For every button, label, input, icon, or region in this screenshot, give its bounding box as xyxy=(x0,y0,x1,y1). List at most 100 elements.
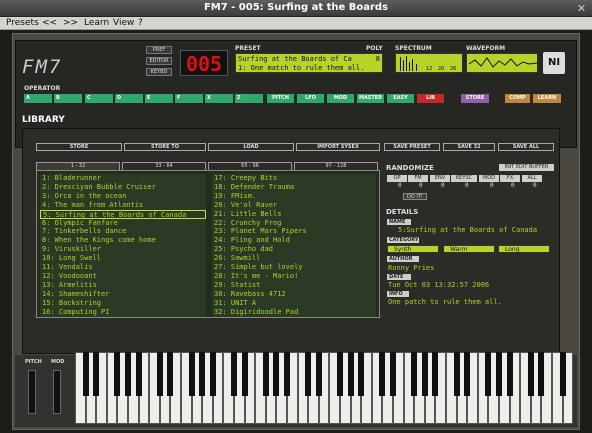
list-item[interactable]: 29: Statist xyxy=(212,280,376,290)
lib-save-all-button[interactable]: SAVE ALL xyxy=(498,143,554,151)
pitch-button[interactable]: PITCH xyxy=(267,94,294,103)
rand-keysc-value[interactable]: 0 xyxy=(465,182,469,189)
rand-fx-value[interactable]: 0 xyxy=(511,182,515,189)
lib-import-sysex-button[interactable]: IMPORT SYSEX xyxy=(296,143,380,151)
list-item[interactable]: 10: Long Swell xyxy=(40,254,206,264)
list-item[interactable]: 27: Simple but lovely xyxy=(212,263,376,272)
list-item[interactable]: 4: The man from Atlantis xyxy=(40,200,206,210)
category-select-1[interactable]: Synth xyxy=(387,245,439,253)
list-item[interactable]: 6: Olympic Fanfare xyxy=(40,218,206,228)
op-a-button[interactable]: A xyxy=(24,94,52,103)
black-key[interactable] xyxy=(231,352,237,396)
black-key[interactable] xyxy=(538,352,545,396)
black-key[interactable] xyxy=(262,352,269,396)
lfo-button[interactable]: LFO xyxy=(297,94,324,103)
list-item[interactable]: 20: Ve'ol Raver xyxy=(212,200,376,210)
black-key[interactable] xyxy=(188,352,195,396)
lib-save32-button[interactable]: SAVE 32 xyxy=(443,143,495,151)
name-value[interactable]: 5:Surfing at the Boards of Canada xyxy=(398,226,537,235)
black-key[interactable] xyxy=(241,352,248,396)
black-key[interactable] xyxy=(453,352,460,396)
black-key[interactable] xyxy=(358,352,365,396)
menu-next[interactable]: >> xyxy=(63,17,78,30)
black-key[interactable] xyxy=(496,352,502,396)
init-edit-buffer-button[interactable]: INIT EDIT BUFFER xyxy=(499,164,554,171)
list-item[interactable]: 14: Shameshifter xyxy=(40,289,206,299)
op-x-button[interactable]: X xyxy=(205,94,233,103)
black-key[interactable] xyxy=(82,352,89,396)
black-key[interactable] xyxy=(347,352,354,396)
comp-button[interactable]: COMP xyxy=(505,94,530,103)
category-select-2[interactable]: Warm xyxy=(443,245,495,253)
lib-load-button[interactable]: LOAD xyxy=(208,143,294,151)
easy-button[interactable]: EASY xyxy=(387,94,414,103)
poly-value[interactable]: 8 xyxy=(376,55,380,64)
black-key[interactable] xyxy=(199,352,206,396)
list-item[interactable]: 3: Orca in the ocean xyxy=(40,191,206,201)
lib-button[interactable]: LIB xyxy=(417,94,444,103)
master-button[interactable]: MASTER xyxy=(357,94,384,103)
list-item[interactable]: 12: Voodooant xyxy=(40,271,206,281)
lib-store-button[interactable]: STORE xyxy=(36,143,122,151)
menu-learn[interactable]: Learn xyxy=(84,17,109,30)
list-item[interactable]: 22: Crunchy Frog xyxy=(212,218,376,228)
black-key[interactable] xyxy=(411,352,418,396)
black-key[interactable] xyxy=(485,352,492,396)
learn-button[interactable]: LEARN xyxy=(533,94,561,103)
keybd-button[interactable]: KEYBD xyxy=(146,68,172,76)
lib-save-preset-button[interactable]: SAVE PRESET xyxy=(384,143,440,151)
op-b-button[interactable]: B xyxy=(54,94,82,103)
list-item[interactable]: 13: Armelitis xyxy=(40,280,206,290)
black-key[interactable] xyxy=(93,352,100,396)
close-icon[interactable]: ✕ xyxy=(575,2,588,15)
black-key[interactable] xyxy=(506,352,513,396)
menu-presets[interactable]: Presets xyxy=(6,17,39,30)
black-key[interactable] xyxy=(464,352,471,396)
list-item[interactable]: 7: Tinkerbells dance xyxy=(40,227,206,237)
list-item[interactable]: 19: FMism. xyxy=(212,191,376,201)
black-key[interactable] xyxy=(284,352,290,396)
list-item[interactable]: 18: Defender Trauma xyxy=(212,182,376,192)
list-item[interactable]: 17: Creepy Bits xyxy=(212,174,376,183)
pref-button[interactable]: PREF xyxy=(146,46,172,54)
do-it-button[interactable]: DO IT! xyxy=(403,193,427,200)
black-key[interactable] xyxy=(432,352,439,396)
black-key[interactable] xyxy=(379,352,386,396)
list-item[interactable]: 9: Viruskiller xyxy=(40,245,206,255)
rand-mod-value[interactable]: 0 xyxy=(490,182,494,189)
menu-view[interactable]: View xyxy=(113,17,134,30)
list-item[interactable]: 2: Drexciyan Bubble Cruiser xyxy=(40,182,206,192)
list-item[interactable]: 23: Planet Mars Pipers xyxy=(212,227,376,237)
list-item[interactable]: 15: Backstring xyxy=(40,298,206,308)
list-item[interactable]: 5: Surfing at the Boards of Canada xyxy=(40,209,206,219)
op-f-button[interactable]: F xyxy=(175,94,203,103)
lib-store-to-button[interactable]: STORE TO xyxy=(124,143,206,151)
black-key[interactable] xyxy=(305,352,312,396)
list-item[interactable]: 25: Psycho dad xyxy=(212,245,376,255)
mod-wheel[interactable] xyxy=(53,370,61,414)
list-item[interactable]: 11: Vendalis xyxy=(40,263,206,272)
op-z-button[interactable]: Z xyxy=(235,94,263,103)
list-item[interactable]: 24: Pling and Hold xyxy=(212,236,376,246)
black-key[interactable] xyxy=(337,352,343,396)
list-item[interactable]: 26: Sawmill xyxy=(212,254,376,264)
mod-button[interactable]: MOD xyxy=(327,94,354,103)
info-value[interactable]: One patch to rule them all. xyxy=(388,298,502,307)
black-key[interactable] xyxy=(167,352,174,396)
store-button[interactable]: STORE xyxy=(461,94,489,103)
black-key[interactable] xyxy=(125,352,131,396)
list-item[interactable]: 30: Ravebass 4712 xyxy=(212,289,376,299)
list-item[interactable]: 32: Digiridoodle Pad xyxy=(212,307,376,317)
black-key[interactable] xyxy=(114,352,121,396)
rand-env-value[interactable]: 0 xyxy=(441,182,445,189)
pitch-wheel[interactable] xyxy=(28,370,36,414)
category-select-3[interactable]: Long xyxy=(498,245,550,253)
op-c-button[interactable]: C xyxy=(85,94,113,103)
rand-op-value[interactable]: 0 xyxy=(398,182,402,189)
list-item[interactable]: 8: When the Kings come home xyxy=(40,236,206,246)
op-e-button[interactable]: E xyxy=(145,94,173,103)
editor-button[interactable]: EDITOR xyxy=(146,57,172,65)
black-key[interactable] xyxy=(135,352,142,396)
black-key[interactable] xyxy=(559,352,566,396)
black-key[interactable] xyxy=(273,352,280,396)
